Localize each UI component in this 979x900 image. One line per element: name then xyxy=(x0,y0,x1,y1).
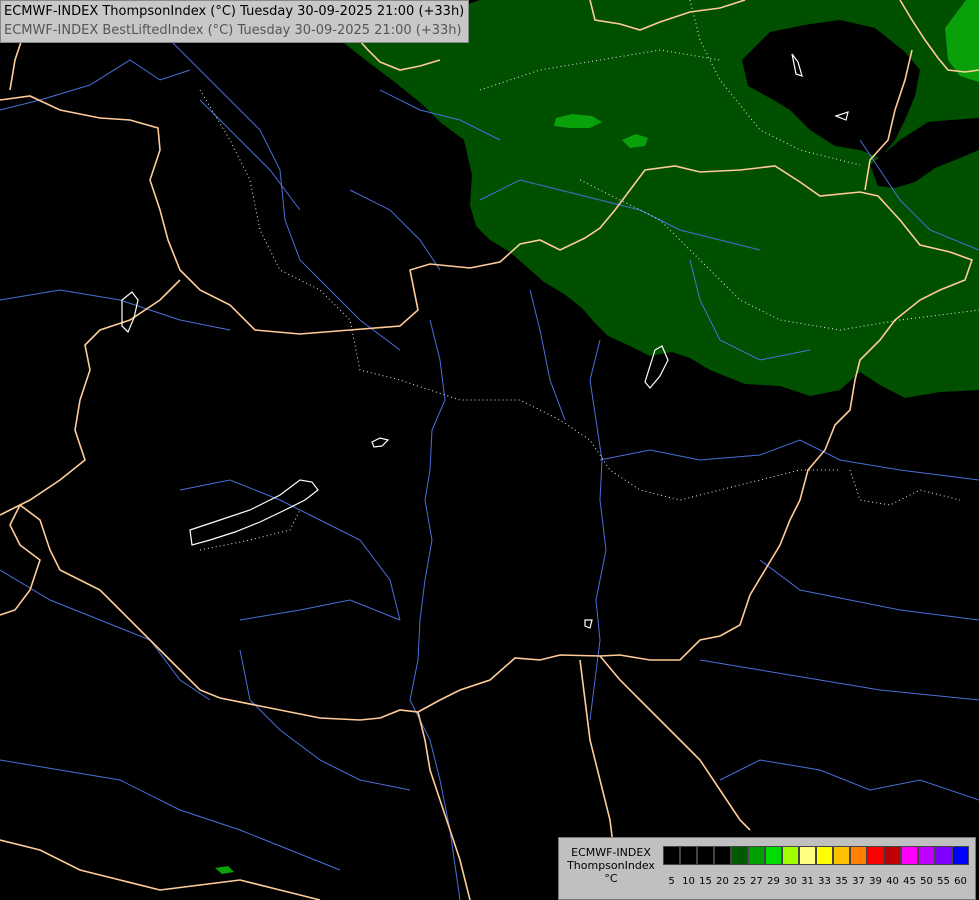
legend-tick-label: 20 xyxy=(716,876,729,887)
legend-tick-label: 50 xyxy=(920,876,933,887)
legend-tick-label: 15 xyxy=(699,876,712,887)
legend-tick-label: 30 xyxy=(784,876,797,887)
legend-swatch xyxy=(748,846,765,865)
legend-tick-label: 25 xyxy=(733,876,746,887)
legend-tick-label: 37 xyxy=(852,876,865,887)
legend-tick-label: 60 xyxy=(954,876,967,887)
legend-tick-label: 33 xyxy=(818,876,831,887)
map-title: ECMWF-INDEX ThompsonIndex (°C) Tuesday 3… xyxy=(4,4,465,19)
legend-swatch xyxy=(901,846,918,865)
legend-tick-label: 10 xyxy=(682,876,695,887)
color-legend: ECMWF-INDEX ThompsonIndex °C 5 10 15 20 25 27… xyxy=(558,837,976,900)
map-title-box: ECMWF-INDEX ThompsonIndex (°C) Tuesday 3… xyxy=(0,0,470,43)
legend-swatch xyxy=(680,846,697,865)
legend-swatches xyxy=(663,846,969,865)
legend-swatch xyxy=(765,846,782,865)
legend-unit: °C xyxy=(604,872,618,885)
legend-tick-label: 35 xyxy=(835,876,848,887)
legend-swatch xyxy=(697,846,714,865)
legend-tick-label: 40 xyxy=(886,876,899,887)
legend-swatch xyxy=(952,846,969,865)
map-subtitle: ECMWF-INDEX BestLiftedIndex (°C) Tuesday… xyxy=(4,23,462,38)
legend-tick-label: 45 xyxy=(903,876,916,887)
legend-swatch xyxy=(799,846,816,865)
legend-swatch xyxy=(918,846,935,865)
legend-swatch xyxy=(731,846,748,865)
legend-swatch xyxy=(663,846,680,865)
legend-swatch xyxy=(935,846,952,865)
legend-tick-label: 5 xyxy=(668,876,675,887)
legend-tick-label: 29 xyxy=(767,876,780,887)
legend-param: ThompsonIndex xyxy=(567,859,655,872)
legend-tick-label: 39 xyxy=(869,876,882,887)
legend-swatch xyxy=(816,846,833,865)
legend-swatch xyxy=(782,846,799,865)
legend-ticks: 5 10 15 20 25 27 29 30 31 33 35 37 39 40 45 50 55 60 xyxy=(663,876,969,887)
legend-title: ECMWF-INDEX ThompsonIndex °C xyxy=(559,846,663,885)
legend-swatch xyxy=(850,846,867,865)
legend-swatch xyxy=(833,846,850,865)
legend-tick-label: 55 xyxy=(937,876,950,887)
legend-swatch xyxy=(714,846,731,865)
legend-tick-label: 27 xyxy=(750,876,763,887)
legend-swatch xyxy=(884,846,901,865)
legend-tick-label: 31 xyxy=(801,876,814,887)
legend-swatch xyxy=(867,846,884,865)
map-canvas xyxy=(0,0,979,900)
legend-model: ECMWF-INDEX xyxy=(571,846,651,859)
